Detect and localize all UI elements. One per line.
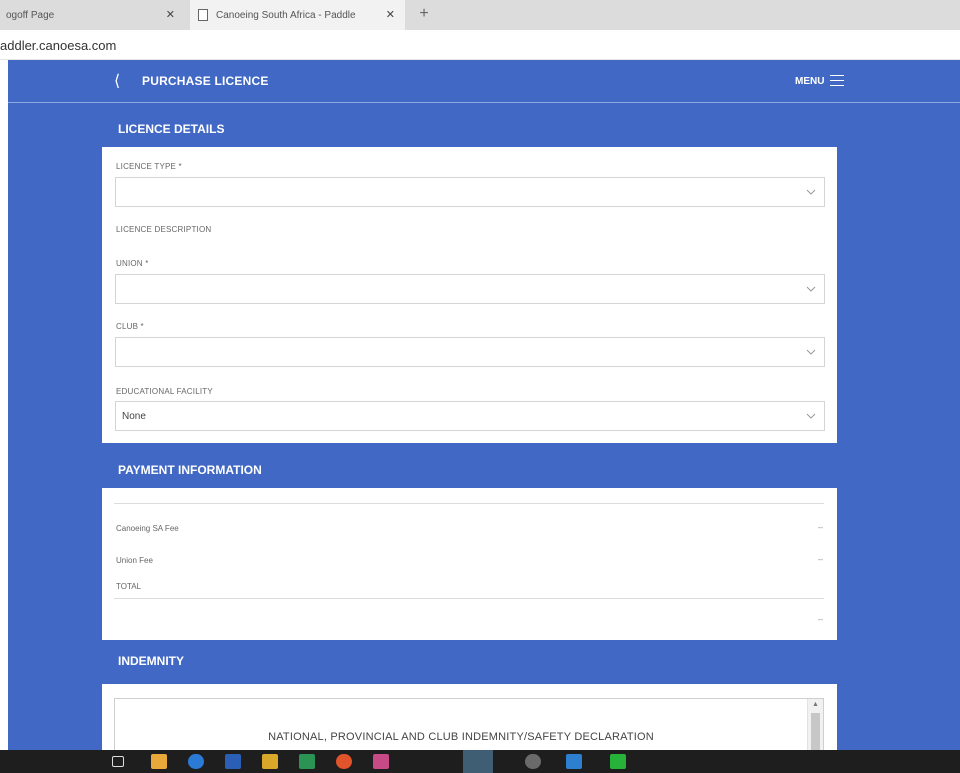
chrome-icon[interactable] [336, 754, 352, 769]
excel-icon[interactable] [299, 754, 315, 769]
green-app-icon[interactable] [610, 754, 626, 769]
browser-tab-canoeing[interactable]: Canoeing South Africa - Paddle ✕ [190, 0, 405, 30]
browser-tab-logoff[interactable]: ogoff Page ✕ [0, 0, 185, 30]
back-chevron-icon[interactable]: ⟨ [114, 72, 128, 92]
divider [114, 503, 824, 504]
task-view-icon[interactable] [112, 756, 124, 767]
total-label: TOTAL [116, 582, 142, 591]
divider [114, 598, 824, 599]
page-icon [198, 9, 208, 21]
indemnity-scrollbar[interactable]: ▲ [807, 699, 823, 750]
folder-icon[interactable] [262, 754, 278, 769]
licence-details-title: LICENCE DETAILS [118, 122, 225, 136]
educational-facility-select[interactable]: None [115, 401, 825, 431]
total-value: – [817, 614, 823, 624]
indemnity-title: INDEMNITY [118, 654, 184, 668]
new-tab-icon[interactable]: + [413, 4, 435, 26]
payment-information-panel: Canoeing SA Fee – Union Fee – TOTAL – [102, 488, 837, 640]
scroll-up-icon[interactable]: ▲ [812, 701, 819, 708]
edge-icon[interactable] [188, 754, 204, 769]
taskbar [0, 750, 960, 773]
union-fee-value: – [817, 554, 823, 564]
chevron-down-icon [806, 189, 816, 195]
media-icon[interactable] [463, 750, 493, 773]
app-container: ⟨ PURCHASE LICENCE MENU LICENCE DETAILS … [8, 60, 960, 750]
licence-type-label: LICENCE TYPE * [116, 162, 182, 171]
menu-button[interactable]: MENU [795, 76, 824, 87]
app-header: ⟨ PURCHASE LICENCE MENU [8, 60, 960, 103]
indemnity-panel: NATIONAL, PROVINCIAL AND CLUB INDEMNITY/… [102, 684, 837, 750]
url-text[interactable]: addler.canoesa.com [0, 38, 116, 53]
chevron-down-icon [806, 349, 816, 355]
calendar-icon[interactable] [373, 754, 389, 769]
address-bar[interactable]: addler.canoesa.com [0, 30, 960, 60]
club-label: CLUB * [116, 322, 144, 331]
word-icon[interactable] [225, 754, 241, 769]
licence-details-panel: LICENCE TYPE * LICENCE DESCRIPTION UNION… [102, 147, 837, 443]
club-select[interactable] [115, 337, 825, 367]
scroll-thumb[interactable] [811, 713, 820, 750]
indemnity-heading: NATIONAL, PROVINCIAL AND CLUB INDEMNITY/… [268, 731, 654, 743]
chevron-down-icon [806, 413, 816, 419]
browser-tab-strip: ogoff Page ✕ Canoeing South Africa - Pad… [0, 0, 960, 30]
settings-icon[interactable] [525, 754, 541, 769]
union-label: UNION * [116, 259, 149, 268]
tab-close-icon[interactable]: ✕ [386, 8, 395, 21]
hamburger-menu-icon[interactable] [830, 75, 844, 86]
tab-title: Canoeing South Africa - Paddle [216, 9, 356, 21]
canoeing-sa-fee-label: Canoeing SA Fee [116, 524, 179, 533]
photos-icon[interactable] [566, 754, 582, 769]
licence-description-label: LICENCE DESCRIPTION [116, 225, 212, 234]
licence-type-select[interactable] [115, 177, 825, 207]
indemnity-text-area[interactable]: NATIONAL, PROVINCIAL AND CLUB INDEMNITY/… [114, 698, 824, 750]
explorer-icon[interactable] [151, 754, 167, 769]
tab-title: ogoff Page [6, 9, 55, 21]
union-fee-label: Union Fee [116, 556, 153, 565]
page-title: PURCHASE LICENCE [142, 74, 269, 88]
canoeing-sa-fee-value: – [817, 522, 823, 532]
union-select[interactable] [115, 274, 825, 304]
educational-facility-value: None [122, 411, 146, 422]
payment-information-title: PAYMENT INFORMATION [118, 463, 262, 477]
educational-facility-label: EDUCATIONAL FACILITY [116, 387, 213, 396]
tab-close-icon[interactable]: ✕ [166, 8, 175, 21]
chevron-down-icon [806, 286, 816, 292]
